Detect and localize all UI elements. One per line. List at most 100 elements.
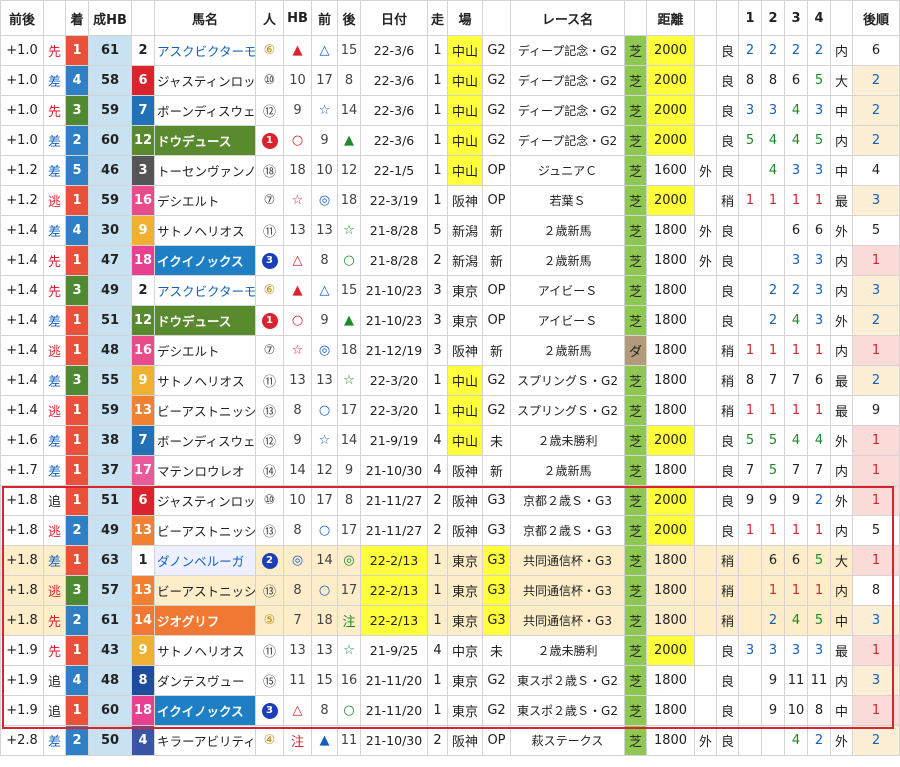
table-row[interactable]: +1.8追1516ジャスティンロック⑩1017821-11/272阪神G3京都２… [0,485,900,516]
table-row[interactable]: +1.8逃24913ビーアストニッシド⑬8○1721-11/272阪神G3京都２… [0,515,900,546]
run-cell: 1 [427,365,448,396]
corner-position-cell: 5 [807,125,831,156]
popularity-cell: ⑩ [255,485,284,516]
table-row[interactable]: +1.0先1612アスクビクターモア⑥▲△1522-3/61中山G2ディープ記念… [0,35,900,66]
table-row[interactable]: +1.7 差 1 37 17 マテンロウレオ ⑭ 14 12 9 21-10/30 4 阪神新 ２歳新馬芝… [0,455,900,486]
front-mark-cell: ◎ [311,335,338,366]
corner-position-cell: 9 [784,485,808,516]
race-name-cell: スプリングＳ・G2 [510,365,625,396]
back-mark-cell: ▲ [337,305,361,336]
hb-score-cell: 60 [88,125,132,156]
front-mark-cell: ○ [311,395,338,426]
after-rank-cell: 2 [852,95,900,126]
table-row[interactable]: +1.6差1387ボーンディスウェイ⑫9☆1421-9/194中山未２歳未勝利芝… [0,425,900,456]
corner-position-cell: 8 [761,65,785,96]
horse-name-cell[interactable]: ボーンディスウェイ [154,425,256,456]
horse-name-cell[interactable]: ドウデュース [154,305,256,336]
horse-name-cell[interactable]: ジャスティンロック [154,485,256,516]
diff-cell: +1.9 [0,665,44,696]
track-condition-cell: 良 [716,245,739,276]
front-mark-cell: △ [311,35,338,66]
horse-name-cell[interactable]: アスクビクターモア [154,35,256,66]
table-row[interactable]: +1.4 先 1 47 18 イクイノックス 3 △ 8 ○ 21-8/28 2 新潟新 ２歳新馬芝 180… [0,245,900,276]
horse-name-cell[interactable]: デシエルト [154,185,256,216]
table-row[interactable]: +1.8 差 1 63 1 ダノンベルーガ 2 ◎ 14 ◎ 22-2/13 1 東京 G3 共同通信杯・G… [0,545,900,576]
distance-cell: 1800 [646,545,695,576]
surface-cell: 芝 [624,365,647,396]
table-row[interactable]: +2.8 差 2 50 4 キラーアビリティ ④ 注 ▲ 11 21-10/30 2 阪神 OP 萩ステーク… [0,725,900,756]
position-side-cell: 外 [830,485,853,516]
corner-position-cell: 1 [807,395,831,426]
corner-position-cell: 1 [784,335,808,366]
table-row[interactable]: +1.4 逃 1 48 16 デシエルト ⑦ ☆ ◎ 18 21-12/19 3 阪神新 ２歳新馬ダ 180… [0,335,900,366]
table-row[interactable]: +1.4 差 4 30 9 サトノヘリオス ⑪ 13 13 ☆ 21-8/28 5 新潟新 ２歳新馬芝 18… [0,215,900,246]
surface-cell: 芝 [624,635,647,666]
hb-mark-cell: △ [283,245,312,276]
track-condition-cell: 稍 [716,185,739,216]
diff-cell: +1.9 [0,635,44,666]
horse-name-cell[interactable]: ビーアストニッシド [154,515,256,546]
table-row[interactable]: +1.0差4586ジャスティンロック⑩1017822-3/61中山G2ディープ記… [0,65,900,96]
style-cell: 先 [43,95,66,126]
horse-name-cell[interactable]: ドウデュース [154,125,256,156]
back-mark-cell: 14 [337,425,361,456]
horse-name-cell[interactable]: ダノンベルーガ [154,545,256,576]
table-row[interactable]: +1.4 差 3 55 9 サトノヘリオス ⑪ 13 13 ☆ 22-3/20 1 中山 G2 スプリングＳ… [0,365,900,396]
table-row[interactable]: +1.8逃35713ビーアストニッシド⑬8○1722-2/131東京G3共同通信… [0,575,900,606]
horse-name-cell[interactable]: サトノヘリオス [154,215,256,246]
table-row[interactable]: +1.9 先 1 43 9 サトノヘリオス ⑪ 13 13 ☆ 21-9/25 4 中京未 ２歳未勝利芝 2… [0,635,900,666]
corner-position-cell: 7 [784,365,808,396]
back-mark-cell: 16 [337,665,361,696]
horse-name-cell[interactable]: マテンロウレオ [154,455,256,486]
horse-name-cell[interactable]: サトノヘリオス [154,635,256,666]
table-row[interactable]: +1.4逃15913ビーアストニッシド⑬8○1722-3/201中山G2スプリン… [0,395,900,426]
table-row[interactable]: +1.9 追 4 48 8 ダンテスヴュー ⑮ 11 15 16 21-11/20 1 東京 G2 東スポ２… [0,665,900,696]
race-name-cell: ディープ記念・G2 [510,95,625,126]
corner-position-cell: 8 [738,65,762,96]
run-cell: 1 [427,695,448,726]
horse-name-cell[interactable]: イクイノックス [154,695,256,726]
table-row[interactable]: +1.9 追 1 60 18 イクイノックス 3 △ 8 ○ 21-11/20 1 東京 G2 東スポ２歳Ｓ… [0,695,900,726]
course-side-cell [694,365,717,396]
date-cell: 21-10/23 [360,305,428,336]
course-side-cell [694,545,717,576]
horse-name-cell[interactable]: サトノヘリオス [154,365,256,396]
corner-position-cell: 4 [784,95,808,126]
corner-position-cell: 4 [784,725,808,756]
horse-name-cell[interactable]: ボーンディスウェイ [154,95,256,126]
horse-name-cell[interactable]: キラーアビリティ [154,725,256,756]
table-row[interactable]: +1.4先3492アスクビクターモア⑥▲△1521-10/233東京OPアイビー… [0,275,900,306]
horse-name-cell[interactable]: ダンテスヴュー [154,665,256,696]
horse-name-cell[interactable]: ジャスティンロック [154,65,256,96]
rank-cell: 4 [65,215,89,246]
horse-name-cell[interactable]: ビーアストニッシド [154,575,256,606]
venue-cell: 中山 [447,365,483,396]
table-row[interactable]: +1.8 先 2 61 14 ジオグリフ ⑤ 7 18 注 22-2/13 1 東京 G3 共同通信杯・G3… [0,605,900,636]
corner-position-cell: 1 [784,185,808,216]
table-row[interactable]: +1.2 逃 1 59 16 デシエルト ⑦ ☆ ◎ 18 22-3/19 1 阪神 OP 若葉Ｓ 芝 2000… [0,185,900,216]
table-row[interactable]: +1.2 差 5 46 3 トーセンヴァンノ ⑱ 18 10 12 22-1/5 1 中山 OP ジュニアＣ… [0,155,900,186]
horse-name-cell[interactable]: イクイノックス [154,245,256,276]
horse-name-cell[interactable]: ビーアストニッシド [154,395,256,426]
corner-position-cell: 9 [761,665,785,696]
course-side-cell [694,575,717,606]
horse-name-cell[interactable]: トーセンヴァンノ [154,155,256,186]
table-row[interactable]: +1.4 差 1 51 12 ドウデュース 1 ○ 9 ▲ 21-10/23 3 東京 OP アイビーＳ 芝 1… [0,305,900,336]
popularity-badge: 1 [261,133,278,149]
horse-name-cell[interactable]: ジオグリフ [154,605,256,636]
run-cell: 3 [427,335,448,366]
position-side-cell: 外 [830,425,853,456]
table-row[interactable]: +1.0先3597ボーンディスウェイ⑫9☆1422-3/61中山G2ディープ記念… [0,95,900,126]
table-row[interactable]: +1.0 差 2 60 12 ドウデュース 1 ○ 9 ▲ 22-3/6 1 中山 G2 ディープ記念・G2… [0,125,900,156]
horse-name-cell[interactable]: アスクビクターモア [154,275,256,306]
venue-cell: 新潟 [447,245,483,276]
corner-position-cell: 11 [807,665,831,696]
horse-name-cell[interactable]: デシエルト [154,335,256,366]
hb-mark-cell: 10 [283,65,312,96]
distance-cell: 1800 [646,365,695,396]
gate-cell: 12 [131,305,155,336]
corner-position-cell: 1 [761,575,785,606]
run-cell: 2 [427,515,448,546]
corner-position-cell: 2 [784,275,808,306]
run-cell: 4 [427,425,448,456]
